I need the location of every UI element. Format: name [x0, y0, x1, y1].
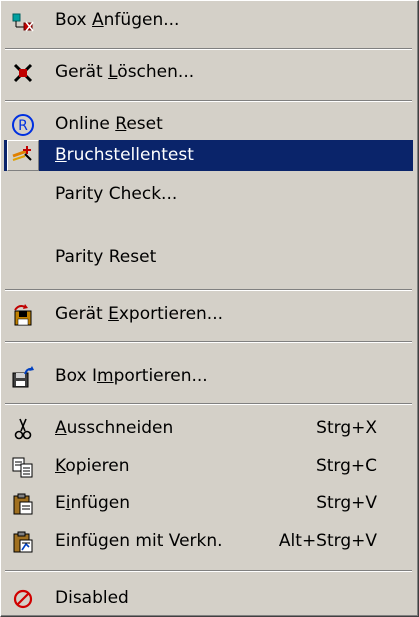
- menu-item-box-importieren[interactable]: Box Importieren...: [4, 361, 413, 392]
- menu-item-einfuegen-mit-verkn[interactable]: Einfügen mit Verkn. Alt+Strg+V: [4, 526, 413, 557]
- paste-link-icon: [11, 530, 35, 554]
- separator: [5, 48, 412, 50]
- export-device-icon: [11, 303, 35, 327]
- separator: [5, 341, 412, 343]
- menu-item-box-anfuegen[interactable]: Box Anfügen...: [4, 5, 413, 36]
- separator: [5, 570, 412, 572]
- menu-item-ausschneiden[interactable]: Ausschneiden Strg+X: [4, 413, 413, 444]
- menu-item-parity-check[interactable]: Parity Check...: [4, 179, 413, 210]
- scissors-icon: [11, 417, 35, 441]
- context-menu: Box Anfügen... Gerät Löschen... R Online…: [0, 0, 419, 617]
- copy-icon: [11, 455, 35, 479]
- magic-wand-icon: [11, 144, 35, 168]
- menu-item-bruchstellentest[interactable]: Bruchstellentest: [4, 140, 413, 171]
- menu-item-label: Ausschneiden: [55, 418, 174, 438]
- menu-item-kopieren[interactable]: Kopieren Strg+C: [4, 451, 413, 482]
- menu-item-label: Gerät Exportieren...: [55, 304, 224, 324]
- menu-item-label: Parity Check...: [55, 184, 178, 204]
- separator: [5, 100, 412, 102]
- menu-item-label: Disabled: [55, 588, 129, 608]
- separator: [5, 403, 412, 405]
- menu-item-shortcut: Strg+X: [316, 418, 377, 438]
- menu-item-label: Box Importieren...: [55, 366, 208, 386]
- menu-item-label: Online Reset: [55, 114, 163, 134]
- menu-item-label: Box Anfügen...: [55, 10, 180, 30]
- delete-device-icon: [11, 61, 35, 85]
- menu-item-disabled[interactable]: Disabled: [4, 583, 413, 614]
- online-reset-icon: R: [11, 113, 35, 137]
- menu-item-einfuegen[interactable]: Einfügen Strg+V: [4, 488, 413, 519]
- menu-item-shortcut: Strg+V: [316, 493, 377, 513]
- menu-item-geraet-exportieren[interactable]: Gerät Exportieren...: [4, 299, 413, 330]
- menu-item-label: Gerät Löschen...: [55, 62, 195, 82]
- add-box-icon: [11, 9, 35, 33]
- menu-item-shortcut: Strg+C: [315, 456, 377, 476]
- menu-item-parity-reset[interactable]: Parity Reset: [4, 242, 413, 273]
- menu-item-shortcut: Alt+Strg+V: [278, 531, 377, 551]
- separator: [5, 289, 412, 291]
- menu-item-online-reset[interactable]: R Online Reset: [4, 109, 413, 140]
- menu-item-label: Einfügen: [55, 493, 131, 513]
- svg-text:R: R: [18, 118, 28, 134]
- menu-item-label: Kopieren: [55, 456, 130, 476]
- menu-item-label: Parity Reset: [55, 247, 157, 267]
- import-box-icon: [11, 365, 35, 389]
- paste-icon: [11, 492, 35, 516]
- menu-item-label: Einfügen mit Verkn.: [55, 531, 223, 551]
- menu-item-label: Bruchstellentest: [55, 145, 194, 165]
- disabled-icon: [11, 587, 35, 611]
- menu-item-geraet-loeschen[interactable]: Gerät Löschen...: [4, 57, 413, 88]
